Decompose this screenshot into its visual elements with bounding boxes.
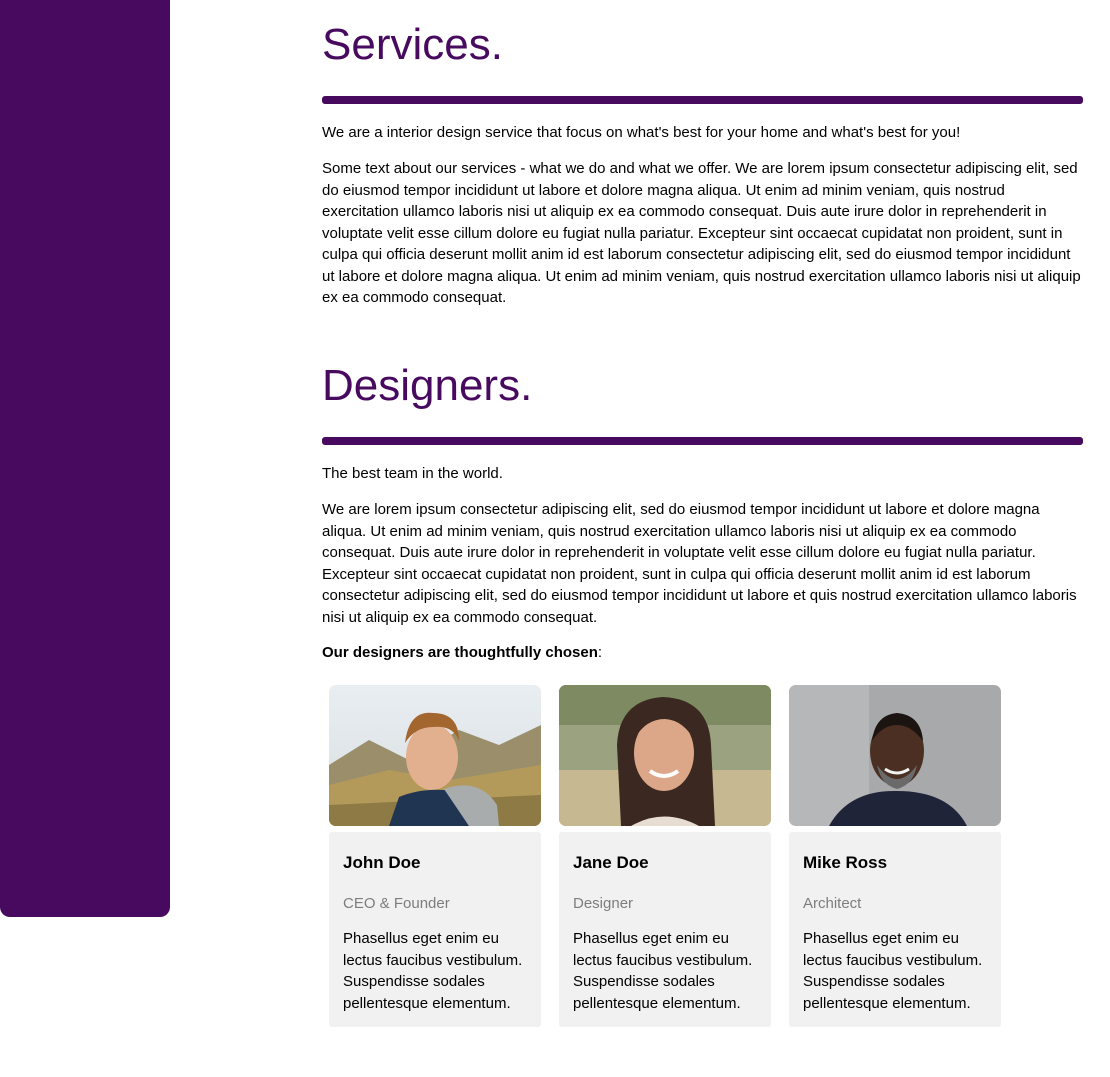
team-card-body: Mike Ross Architect Phasellus eget enim … xyxy=(789,832,1001,1027)
designers-lead: The best team in the world. xyxy=(322,465,503,482)
designers-body: We are lorem ipsum consectetur adipiscin… xyxy=(322,501,1077,626)
team-member-description: Phasellus eget enim eu lectus faucibus v… xyxy=(573,930,753,1012)
designers-chosen-line: Our designers are thoughtfully chosen: xyxy=(322,642,1083,664)
team-member-description: Phasellus eget enim eu lectus faucibus v… xyxy=(343,930,523,1012)
team-card-mike-ross: Mike Ross Architect Phasellus eget enim … xyxy=(789,685,1001,1027)
designers-title: Designers. xyxy=(322,361,533,410)
team-card-jane-doe: Jane Doe Designer Phasellus eget enim eu… xyxy=(559,685,771,1027)
designers-chosen-suffix: : xyxy=(597,644,603,661)
mike-ross-photo xyxy=(789,685,1001,826)
jane-doe-photo xyxy=(559,685,771,826)
services-body: Some text about our services - what we d… xyxy=(322,160,1081,306)
designers-chosen-bold: Our designers are thoughtfully chosen xyxy=(322,644,598,661)
team-member-role: CEO & Founder xyxy=(343,895,450,912)
services-title: Services. xyxy=(322,20,503,69)
team-member-name: Jane Doe xyxy=(573,853,649,872)
team-card-body: Jane Doe Designer Phasellus eget enim eu… xyxy=(559,832,771,1027)
john-doe-photo xyxy=(329,685,541,826)
designers-divider xyxy=(322,437,1083,445)
team-member-description: Phasellus eget enim eu lectus faucibus v… xyxy=(803,930,983,1012)
team-member-name: John Doe xyxy=(343,853,421,872)
services-lead: We are a interior design service that fo… xyxy=(322,124,961,141)
team-card-body: John Doe CEO & Founder Phasellus eget en… xyxy=(329,832,541,1027)
services-divider xyxy=(322,96,1083,104)
team-member-role: Designer xyxy=(573,895,634,912)
sidebar xyxy=(0,0,170,917)
team-card-john-doe: John Doe CEO & Founder Phasellus eget en… xyxy=(329,685,541,1027)
team-member-role: Architect xyxy=(803,895,862,912)
team-member-name: Mike Ross xyxy=(803,853,888,872)
